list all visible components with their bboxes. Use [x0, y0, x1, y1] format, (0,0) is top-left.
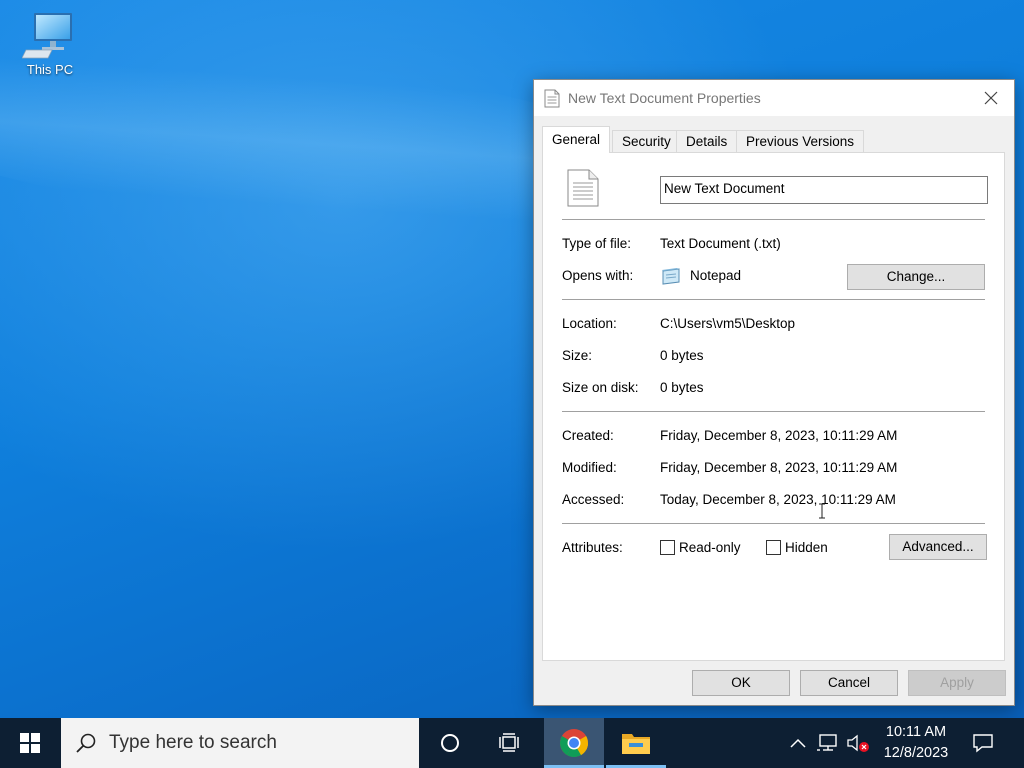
advanced-button[interactable]: Advanced...	[889, 534, 987, 560]
desktop-icon-this-pc[interactable]: This PC	[18, 10, 82, 77]
checkbox-box[interactable]	[766, 540, 781, 555]
cortana-button[interactable]	[420, 718, 480, 768]
modified-value: Friday, December 8, 2023, 10:11:29 AM	[660, 460, 898, 475]
task-view-icon	[499, 733, 519, 752]
tab-security[interactable]: Security	[612, 130, 681, 152]
properties-dialog: New Text Document Properties General Sec…	[533, 79, 1015, 706]
created-value: Friday, December 8, 2023, 10:11:29 AM	[660, 428, 898, 443]
hidden-label: Hidden	[785, 540, 828, 555]
desktop-icon-label: This PC	[26, 62, 74, 77]
checkbox-box[interactable]	[660, 540, 675, 555]
notepad-icon	[660, 267, 682, 288]
this-pc-icon	[22, 13, 72, 59]
clock-date: 12/8/2023	[883, 745, 949, 761]
text-document-icon	[544, 89, 560, 111]
task-view-button[interactable]	[480, 718, 540, 768]
taskbar: Type here to search 10:11 AM 12/8/2023	[0, 718, 1024, 768]
file-name-input[interactable]: New Text Document	[660, 176, 988, 204]
volume-muted-icon	[847, 734, 869, 752]
divider	[562, 523, 985, 524]
file-explorer-icon	[622, 734, 650, 754]
cancel-button[interactable]: Cancel	[800, 670, 898, 696]
start-button[interactable]	[0, 718, 60, 768]
tab-general[interactable]: General	[542, 126, 611, 153]
chevron-up-icon	[790, 738, 806, 748]
accessed-label: Accessed:	[562, 492, 625, 507]
search-icon	[76, 733, 96, 753]
location-label: Location:	[562, 316, 617, 331]
notification-icon	[973, 734, 993, 753]
ok-button[interactable]: OK	[692, 670, 790, 696]
network-button[interactable]	[814, 718, 842, 768]
opens-with-label: Opens with:	[562, 268, 634, 283]
show-hidden-icons-button[interactable]	[786, 718, 810, 768]
divider	[562, 411, 985, 412]
close-icon	[984, 91, 998, 105]
apply-button[interactable]: Apply	[908, 670, 1006, 696]
opens-with-value: Notepad	[690, 268, 742, 283]
readonly-checkbox[interactable]: Read-only	[660, 540, 741, 555]
attributes-label: Attributes:	[562, 540, 623, 555]
volume-button[interactable]	[844, 718, 872, 768]
change-button[interactable]: Change...	[847, 264, 985, 290]
size-value: 0 bytes	[660, 348, 704, 363]
taskbar-clock[interactable]: 10:11 AM 12/8/2023	[870, 722, 962, 764]
search-placeholder: Type here to search	[109, 732, 277, 753]
type-of-file-label: Type of file:	[562, 236, 632, 251]
tab-previous-versions[interactable]: Previous Versions	[736, 130, 865, 152]
taskbar-app-file-explorer[interactable]	[606, 718, 666, 768]
title-bar[interactable]: New Text Document Properties	[534, 80, 1014, 116]
clock-time: 10:11 AM	[885, 724, 947, 740]
taskbar-search-box[interactable]: Type here to search	[61, 718, 419, 768]
tab-details[interactable]: Details	[676, 130, 738, 152]
dialog-title: New Text Document Properties	[568, 90, 761, 106]
created-label: Created:	[562, 428, 614, 443]
size-label: Size:	[562, 348, 593, 363]
divider	[562, 299, 985, 300]
text-cursor-icon	[818, 503, 826, 522]
chrome-icon	[560, 729, 588, 757]
file-type-icon	[567, 169, 599, 210]
action-center-button[interactable]	[968, 718, 998, 768]
close-button[interactable]	[968, 80, 1014, 116]
general-tab-panel: New Text Document Type of file: Text Doc…	[542, 152, 1005, 661]
hidden-checkbox[interactable]: Hidden	[766, 540, 828, 555]
modified-label: Modified:	[562, 460, 617, 475]
location-value: C:\Users\vm5\Desktop	[660, 316, 796, 331]
accessed-value: Today, December 8, 2023, 10:11:29 AM	[660, 492, 896, 507]
size-on-disk-label: Size on disk:	[562, 380, 639, 395]
network-icon	[817, 734, 837, 751]
taskbar-app-chrome[interactable]	[544, 718, 604, 768]
size-on-disk-value: 0 bytes	[660, 380, 704, 395]
divider	[562, 219, 985, 220]
cortana-circle-icon	[441, 734, 459, 752]
windows-logo-icon	[20, 733, 40, 753]
type-of-file-value: Text Document (.txt)	[660, 236, 781, 251]
readonly-label: Read-only	[679, 540, 741, 555]
